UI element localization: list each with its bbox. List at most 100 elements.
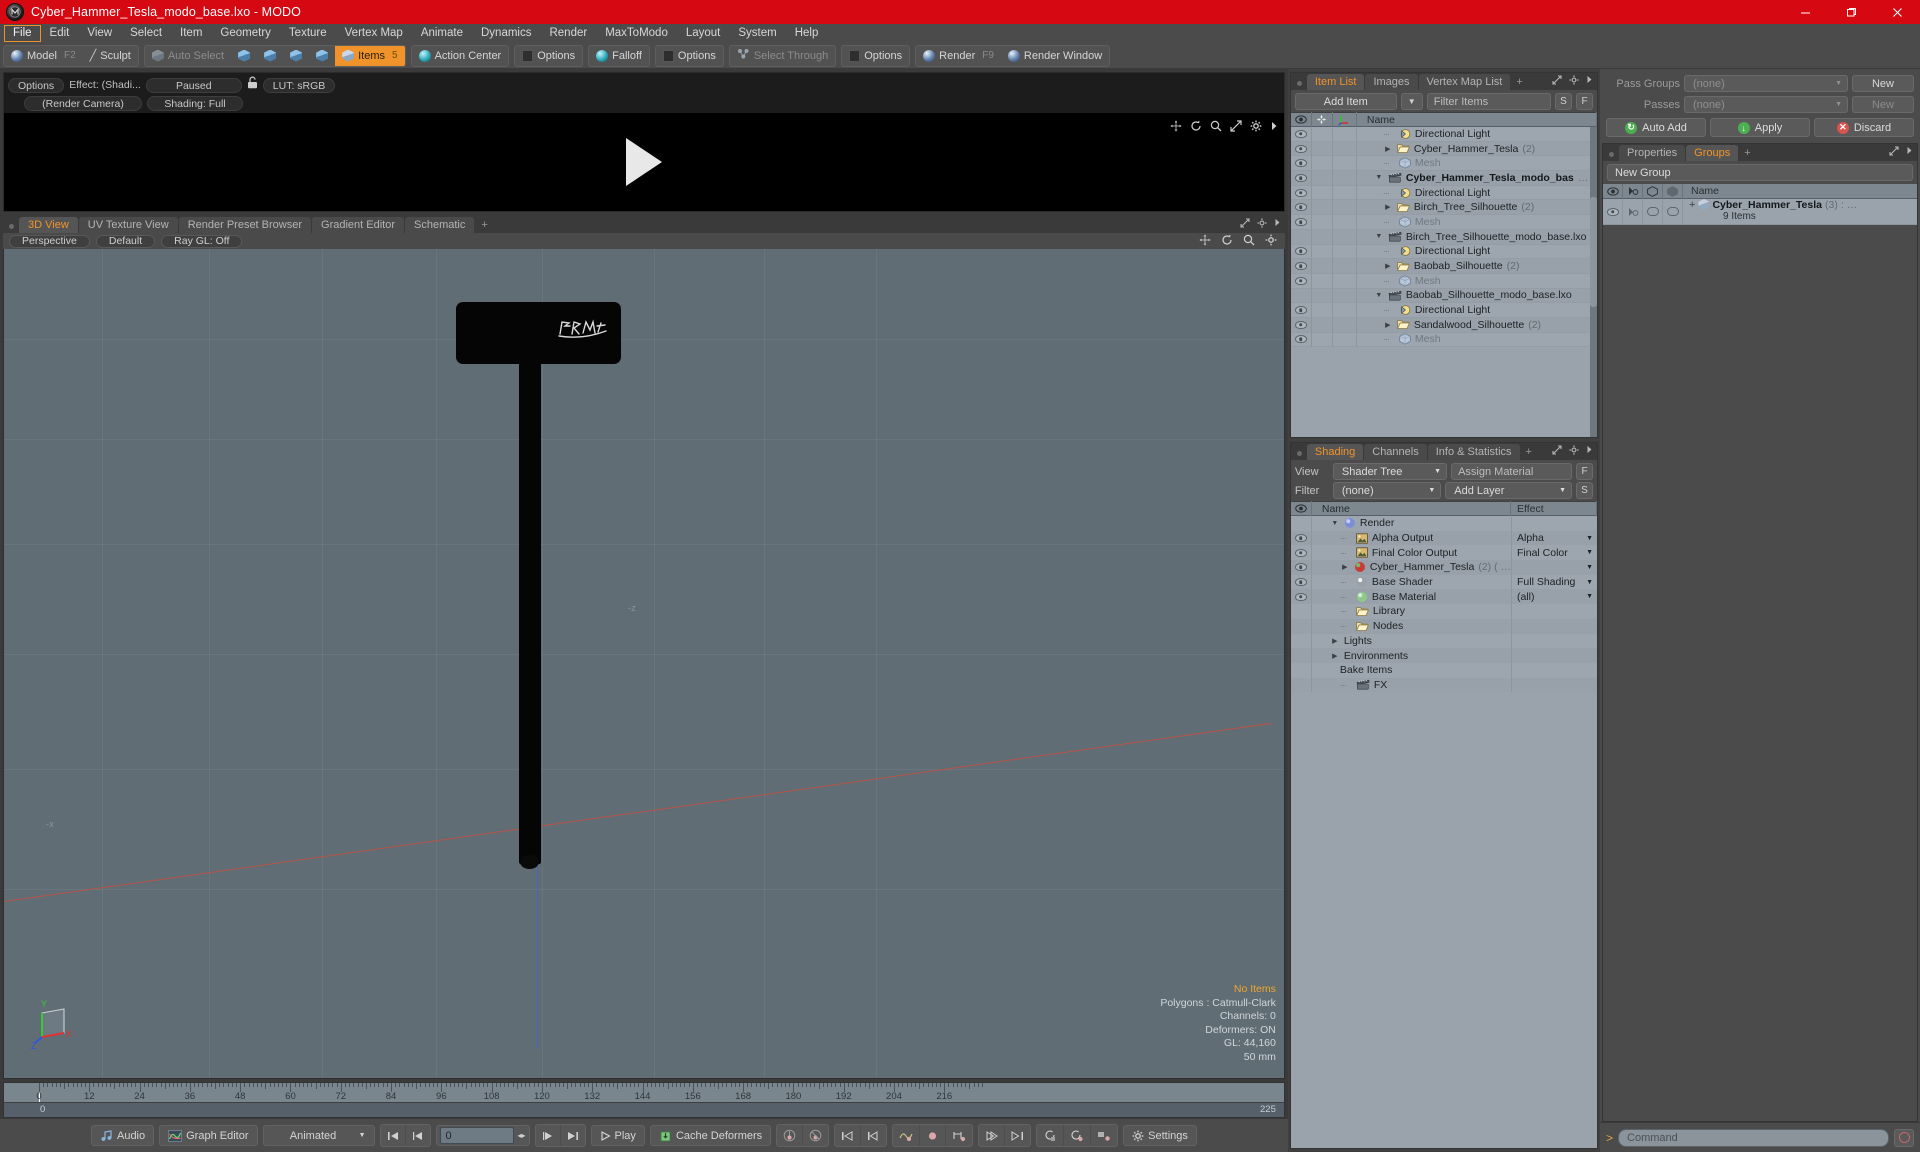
row-visibility-toggle[interactable] <box>1291 127 1312 141</box>
expand-twisty-icon[interactable]: ▶ <box>1383 203 1393 211</box>
menu-system[interactable]: System <box>729 25 785 42</box>
menu-file[interactable]: File <box>4 25 41 42</box>
table-row[interactable]: ···Directional Light <box>1291 303 1597 318</box>
eye-icon[interactable] <box>1295 306 1307 314</box>
row-transform-cell[interactable] <box>1333 259 1357 274</box>
tab-uv-texture-view[interactable]: UV Texture View <box>79 217 178 233</box>
tab-shading[interactable]: Shading <box>1307 444 1363 460</box>
preview-lut-button[interactable]: LUT: sRGB <box>263 78 336 93</box>
preview-effect-label[interactable]: Effect: (Shadi... <box>69 79 141 91</box>
eye-icon[interactable] <box>1295 218 1307 226</box>
shader-visibility-toggle[interactable] <box>1291 663 1312 678</box>
table-row[interactable]: ▶Cyber_Hammer_Tesla(2) <box>1291 142 1597 157</box>
shader-visibility-toggle[interactable] <box>1291 678 1312 693</box>
tab-info-statistics[interactable]: Info & Statistics <box>1428 444 1520 460</box>
eye-icon[interactable] <box>1295 145 1307 153</box>
expand-twisty-icon[interactable]: ▶ <box>1383 145 1393 153</box>
action-options-button[interactable]: Options <box>515 46 582 66</box>
row-transform-cell[interactable] <box>1333 229 1357 244</box>
new-group-button[interactable]: New Group <box>1607 164 1913 181</box>
row-lock-cell[interactable] <box>1312 185 1333 200</box>
render-window-button[interactable]: Render Window <box>1001 46 1109 66</box>
shader-effect-cell[interactable]: Full Shading▼ <box>1511 575 1597 590</box>
row-lock-cell[interactable] <box>1312 288 1333 303</box>
row-transform-cell[interactable] <box>1333 273 1357 288</box>
panel-gear-icon[interactable] <box>1257 218 1267 231</box>
shader-tree-row[interactable]: ···Base Material(all)▼ <box>1291 589 1597 604</box>
row-name-cell[interactable]: ▼Birch_Tree_Silhouette_modo_base.lxo <box>1357 231 1597 243</box>
next-key-button[interactable] <box>979 1125 1005 1146</box>
eye-icon[interactable] <box>1607 208 1619 216</box>
menu-item[interactable]: Item <box>171 25 211 42</box>
timeline-ruler[interactable]: 0122436486072849610812013214415616818019… <box>4 1083 1284 1103</box>
preview-paused-button[interactable]: Paused <box>146 78 242 93</box>
falloff-button[interactable]: Falloff <box>589 46 649 66</box>
item-list-menu-dot-icon[interactable] <box>1297 81 1302 86</box>
row-transform-cell[interactable] <box>1333 244 1357 259</box>
eye-icon[interactable] <box>1295 534 1307 542</box>
eye-icon[interactable] <box>1295 159 1307 167</box>
eye-icon[interactable] <box>1295 203 1307 211</box>
viewport-pan-icon[interactable] <box>1199 234 1211 249</box>
shader-visibility-toggle[interactable] <box>1291 560 1312 575</box>
table-row[interactable]: ▼Baobab_Silhouette_modo_base.lxo <box>1291 289 1597 304</box>
tab-add-button[interactable]: + <box>475 217 493 233</box>
menu-dynamics[interactable]: Dynamics <box>472 25 540 42</box>
row-transform-cell[interactable] <box>1333 200 1357 215</box>
passes-new-button[interactable]: New <box>1852 96 1914 113</box>
eye-icon[interactable] <box>1295 335 1307 343</box>
shader-tree-row[interactable]: ···Final Color OutputFinal Color▼ <box>1291 545 1597 560</box>
shader-visibility-toggle[interactable] <box>1291 648 1312 663</box>
row-name-cell[interactable]: ▶Baobab_Silhouette(2) <box>1357 260 1597 272</box>
pass-groups-new-button[interactable]: New <box>1852 75 1914 92</box>
row-transform-cell[interactable] <box>1333 303 1357 318</box>
row-lock-cell[interactable] <box>1312 127 1333 141</box>
row-name-cell[interactable]: ▶Sandalwood_Silhouette(2) <box>1357 319 1597 331</box>
tab-3d-view[interactable]: 3D View <box>19 217 78 233</box>
row-visibility-toggle[interactable] <box>1291 332 1312 347</box>
select-through-options-button[interactable]: Options <box>842 46 909 66</box>
group-row-checkbox-2[interactable] <box>1663 199 1683 225</box>
menu-render[interactable]: Render <box>540 25 596 42</box>
eye-icon[interactable] <box>1295 262 1307 270</box>
model-mode-button[interactable]: Model F2 <box>4 46 83 66</box>
material-mode-button[interactable] <box>309 46 335 66</box>
shader-visibility-toggle[interactable] <box>1291 604 1312 619</box>
shader-tree-select[interactable]: Shader Tree ▼ <box>1333 463 1447 480</box>
expand-twisty-icon[interactable]: ▶ <box>1383 321 1393 329</box>
menu-maxtomodo[interactable]: MaxToModo <box>596 25 677 42</box>
lock-icon[interactable] <box>247 76 258 94</box>
shader-row-name-cell[interactable]: ···FX <box>1312 679 1511 691</box>
table-row[interactable]: ▶Birch_Tree_Silhouette(2) <box>1291 200 1597 215</box>
auto-select-button[interactable]: Auto Select <box>145 46 231 66</box>
timeline-range-row[interactable]: 0 225 <box>4 1103 1284 1117</box>
item-list-scrollbar[interactable] <box>1590 127 1597 437</box>
go-to-end-button[interactable] <box>561 1125 585 1146</box>
row-transform-cell[interactable] <box>1333 215 1357 230</box>
shader-tree-row[interactable]: Bake Items <box>1291 663 1597 678</box>
tab-schematic[interactable]: Schematic <box>405 217 474 233</box>
panel-menu-dot-icon[interactable] <box>9 224 14 229</box>
shader-effect-cell[interactable] <box>1511 604 1597 619</box>
discard-button[interactable]: ✕ Discard <box>1814 118 1914 137</box>
row-lock-cell[interactable] <box>1312 171 1333 186</box>
add-item-button[interactable]: Add Item <box>1295 93 1397 110</box>
row-name-cell[interactable]: ···Directional Light <box>1357 128 1597 140</box>
rotate-icon[interactable] <box>1190 120 1202 135</box>
table-row[interactable]: ···Mesh <box>1291 215 1597 230</box>
shader-row-name-cell[interactable]: ▶Environments <box>1312 650 1511 662</box>
action-center-button[interactable]: Action Center <box>412 46 509 66</box>
polygon-mode-button[interactable] <box>283 46 309 66</box>
menu-animate[interactable]: Animate <box>412 25 472 42</box>
shading-f-button[interactable]: F <box>1576 463 1593 480</box>
command-input[interactable]: Command <box>1618 1129 1889 1147</box>
viewport-rotate-icon[interactable] <box>1221 234 1233 249</box>
play-button[interactable]: Play <box>591 1125 645 1146</box>
table-row[interactable]: ▼Birch_Tree_Silhouette_modo_base.lxo <box>1291 230 1597 245</box>
apply-button[interactable]: ↓ Apply <box>1710 118 1810 137</box>
shader-row-name-cell[interactable]: Bake Items <box>1312 664 1511 676</box>
item-list-arrow-icon[interactable] <box>1586 75 1593 88</box>
row-name-cell[interactable]: ···Directional Light <box>1357 245 1597 257</box>
shader-visibility-toggle[interactable] <box>1291 575 1312 590</box>
table-row[interactable]: ···Directional Light <box>1291 245 1597 260</box>
